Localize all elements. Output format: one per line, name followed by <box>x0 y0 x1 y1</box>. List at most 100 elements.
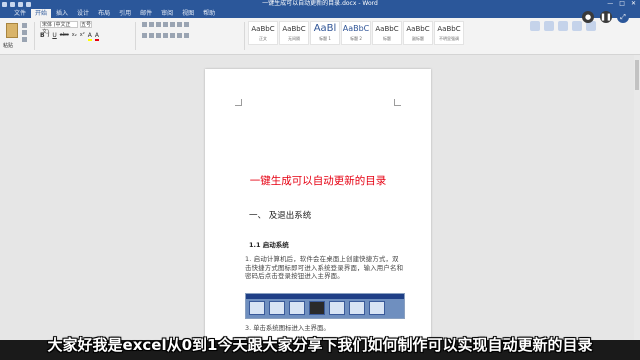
style-name: 副标题 <box>412 36 424 41</box>
style-preview: AaBbC <box>406 25 430 33</box>
multilevel-list-icon[interactable] <box>156 22 161 27</box>
font-format-buttons: B I U abc x₂ x² A A <box>40 32 99 41</box>
superscript-button[interactable]: x² <box>80 32 85 41</box>
style-name: 无间隔 <box>288 36 300 41</box>
title-bar: 一键生成可以自动更新的目录.docx - Word — □ ✕ <box>0 0 640 8</box>
pause-icon[interactable]: ❚❚ <box>600 11 612 23</box>
style-name: 标题 1 <box>319 36 331 41</box>
increase-indent-icon[interactable] <box>170 22 175 27</box>
paragraph-group <box>142 22 189 27</box>
align-left-icon[interactable] <box>142 33 147 38</box>
style-subtle-emphasis[interactable]: AaBbC 不明显强调 <box>434 21 464 45</box>
select-icon[interactable] <box>558 21 568 31</box>
document-title: 一键生成可以自动更新的目录 <box>249 175 387 187</box>
style-preview: AaBbC <box>375 25 399 33</box>
line-spacing-icon[interactable] <box>170 33 175 38</box>
group-divider <box>34 22 35 50</box>
app-tile-icon <box>249 301 265 315</box>
font-color-button[interactable]: A <box>94 32 99 41</box>
scrollbar-thumb[interactable] <box>635 60 639 90</box>
window-title: 一键生成可以自动更新的目录.docx - Word <box>262 0 378 7</box>
maximize-button[interactable]: □ <box>619 0 625 8</box>
tab-design[interactable]: 设计 <box>73 9 93 18</box>
tab-file[interactable]: 文件 <box>10 9 30 18</box>
italic-button[interactable]: I <box>48 32 50 41</box>
highlight-button[interactable]: A <box>87 32 92 41</box>
ribbon-tabs: 文件 开始 插入 设计 布局 引用 邮件 审阅 视图 帮助 <box>0 8 640 18</box>
heading-2: 1.1 启动系统 <box>249 241 289 249</box>
paste-icon[interactable] <box>6 23 18 38</box>
tab-mailings[interactable]: 邮件 <box>136 9 156 18</box>
embedded-screenshot <box>245 293 405 319</box>
app-tile-icon <box>309 301 325 315</box>
style-normal[interactable]: AaBbC 正文 <box>248 21 278 45</box>
replace-icon[interactable] <box>544 21 554 31</box>
ribbon-home: 粘贴 宋体 (中文正文) 五号 B I U abc x₂ x² A A AaBb… <box>0 18 640 55</box>
tab-layout[interactable]: 布局 <box>94 9 114 18</box>
tab-home[interactable]: 开始 <box>31 9 52 18</box>
style-name: 标题 <box>383 36 391 41</box>
record-icon[interactable]: ● <box>582 11 594 23</box>
tab-insert[interactable]: 插入 <box>52 9 72 18</box>
align-right-icon[interactable] <box>156 33 161 38</box>
alignment-row <box>142 33 189 38</box>
shading-icon[interactable] <box>177 33 182 38</box>
font-name-select[interactable]: 宋体 (中文正文) <box>40 21 78 35</box>
cut-icon[interactable] <box>22 23 27 28</box>
strikethrough-button[interactable]: abc <box>60 32 69 41</box>
video-subtitle: 大家好我是excel从0到1今天跟大家分享下我们如何制作可以实现自动更新的目录 <box>47 336 593 354</box>
window-controls: — □ ✕ <box>607 0 636 8</box>
align-center-icon[interactable] <box>149 33 154 38</box>
show-marks-icon[interactable] <box>184 22 189 27</box>
bullets-icon[interactable] <box>142 22 147 27</box>
decrease-indent-icon[interactable] <box>163 22 168 27</box>
app-tile-icon <box>269 301 285 315</box>
font-size-select[interactable]: 五号 <box>80 21 92 28</box>
style-name: 正文 <box>259 36 267 41</box>
style-preview: AaBbC <box>282 25 306 33</box>
find-icon[interactable] <box>530 21 540 31</box>
tab-review[interactable]: 审阅 <box>157 9 177 18</box>
style-no-spacing[interactable]: AaBbC 无间隔 <box>279 21 309 45</box>
styles-gallery: AaBbC 正文 AaBbC 无间隔 AaBl 标题 1 AaBbC 标题 2 AaBb… <box>248 21 464 45</box>
minimize-button[interactable]: — <box>607 0 613 8</box>
tab-references[interactable]: 引用 <box>115 9 135 18</box>
screenshot-titlebar <box>246 294 404 299</box>
sort-icon[interactable] <box>177 22 182 27</box>
body-paragraph: 3. 单击系统图标进入主界面。 <box>245 324 330 332</box>
margin-marker <box>394 99 401 106</box>
document-page[interactable]: 一键生成可以自动更新的目录 一、 及退出系统 1.1 启动系统 1. 启动计算机… <box>205 69 431 359</box>
style-heading-1[interactable]: AaBl 标题 1 <box>310 21 340 45</box>
app-tile-icon <box>329 301 345 315</box>
body-paragraph: 1. 启动计算机后，软件会在桌面上创建快捷方式，双击快捷方式图标即可进入系统登录… <box>245 255 404 281</box>
group-divider <box>244 22 245 50</box>
style-name: 标题 2 <box>350 36 362 41</box>
group-divider <box>135 22 136 50</box>
copy-icon[interactable] <box>22 30 27 35</box>
app-tile-icon <box>369 301 385 315</box>
justify-icon[interactable] <box>163 33 168 38</box>
dictate-icon[interactable] <box>572 21 582 31</box>
subscript-button[interactable]: x₂ <box>72 32 77 41</box>
expand-icon[interactable]: ⤢ <box>617 11 629 23</box>
style-preview: AaBbC <box>342 24 370 33</box>
tab-view[interactable]: 视图 <box>178 9 198 18</box>
style-heading-2[interactable]: AaBbC 标题 2 <box>341 21 371 45</box>
screenshot-icons <box>249 301 385 315</box>
document-canvas: 一键生成可以自动更新的目录 一、 及退出系统 1.1 启动系统 1. 启动计算机… <box>0 55 640 359</box>
bold-button[interactable]: B <box>40 32 45 41</box>
tab-help[interactable]: 帮助 <box>199 9 219 18</box>
style-subtitle[interactable]: AaBbC 副标题 <box>403 21 433 45</box>
style-name: 不明显强调 <box>439 36 459 41</box>
margin-marker <box>235 99 242 106</box>
numbering-icon[interactable] <box>149 22 154 27</box>
vertical-scrollbar[interactable] <box>634 55 640 340</box>
borders-icon[interactable] <box>184 33 189 38</box>
close-button[interactable]: ✕ <box>631 0 636 8</box>
app-tile-icon <box>349 301 365 315</box>
underline-button[interactable]: U <box>52 32 56 41</box>
style-title[interactable]: AaBbC 标题 <box>372 21 402 45</box>
style-preview: AaBl <box>313 23 337 34</box>
format-painter-icon[interactable] <box>22 37 27 42</box>
style-preview: AaBbC <box>437 25 461 33</box>
